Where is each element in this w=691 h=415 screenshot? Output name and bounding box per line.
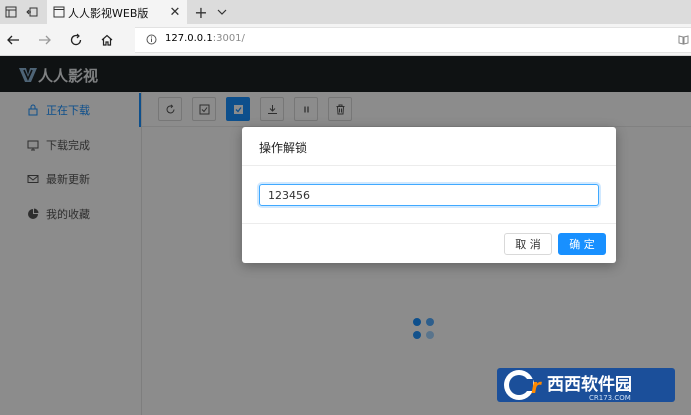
password-input[interactable]	[259, 184, 599, 206]
unlock-dialog: 操作解锁 取 消 确 定	[242, 127, 616, 263]
svg-text:r: r	[531, 374, 542, 398]
chevron-down-icon[interactable]	[214, 4, 230, 20]
cancel-button[interactable]: 取 消	[504, 233, 552, 255]
home-icon[interactable]	[97, 30, 117, 50]
back-icon[interactable]	[3, 30, 23, 50]
new-tab-icon[interactable]: +	[193, 3, 209, 22]
dialog-footer: 取 消 确 定	[242, 223, 616, 264]
svg-text:西西软件园: 西西软件园	[547, 374, 632, 395]
forward-icon[interactable]	[35, 30, 55, 50]
reading-view-icon[interactable]	[678, 34, 689, 45]
tab-close-icon[interactable]: ✕	[167, 4, 183, 20]
info-icon[interactable]	[146, 34, 157, 45]
address-bar[interactable]: 127.0.0.1:3001/	[135, 27, 691, 53]
confirm-button[interactable]: 确 定	[558, 233, 606, 255]
tab-list-icon[interactable]	[3, 4, 19, 20]
browser-tab-bar: 人人影视WEB版 ✕ +	[0, 0, 691, 24]
refresh-page-icon[interactable]	[66, 30, 86, 50]
watermark-logo: r 西西软件园 CR173.COM	[497, 365, 675, 405]
set-aside-tabs-icon[interactable]	[24, 4, 40, 20]
tab-title: 人人影视WEB版	[68, 7, 149, 20]
dialog-header: 操作解锁	[242, 127, 616, 166]
browser-toolbar: 127.0.0.1:3001/	[0, 24, 691, 56]
dialog-title: 操作解锁	[259, 141, 308, 155]
svg-text:CR173.COM: CR173.COM	[589, 394, 631, 402]
url-text: 127.0.0.1:3001/	[165, 33, 245, 44]
browser-tab[interactable]: 人人影视WEB版 ✕	[47, 0, 187, 24]
page-icon	[53, 6, 65, 18]
